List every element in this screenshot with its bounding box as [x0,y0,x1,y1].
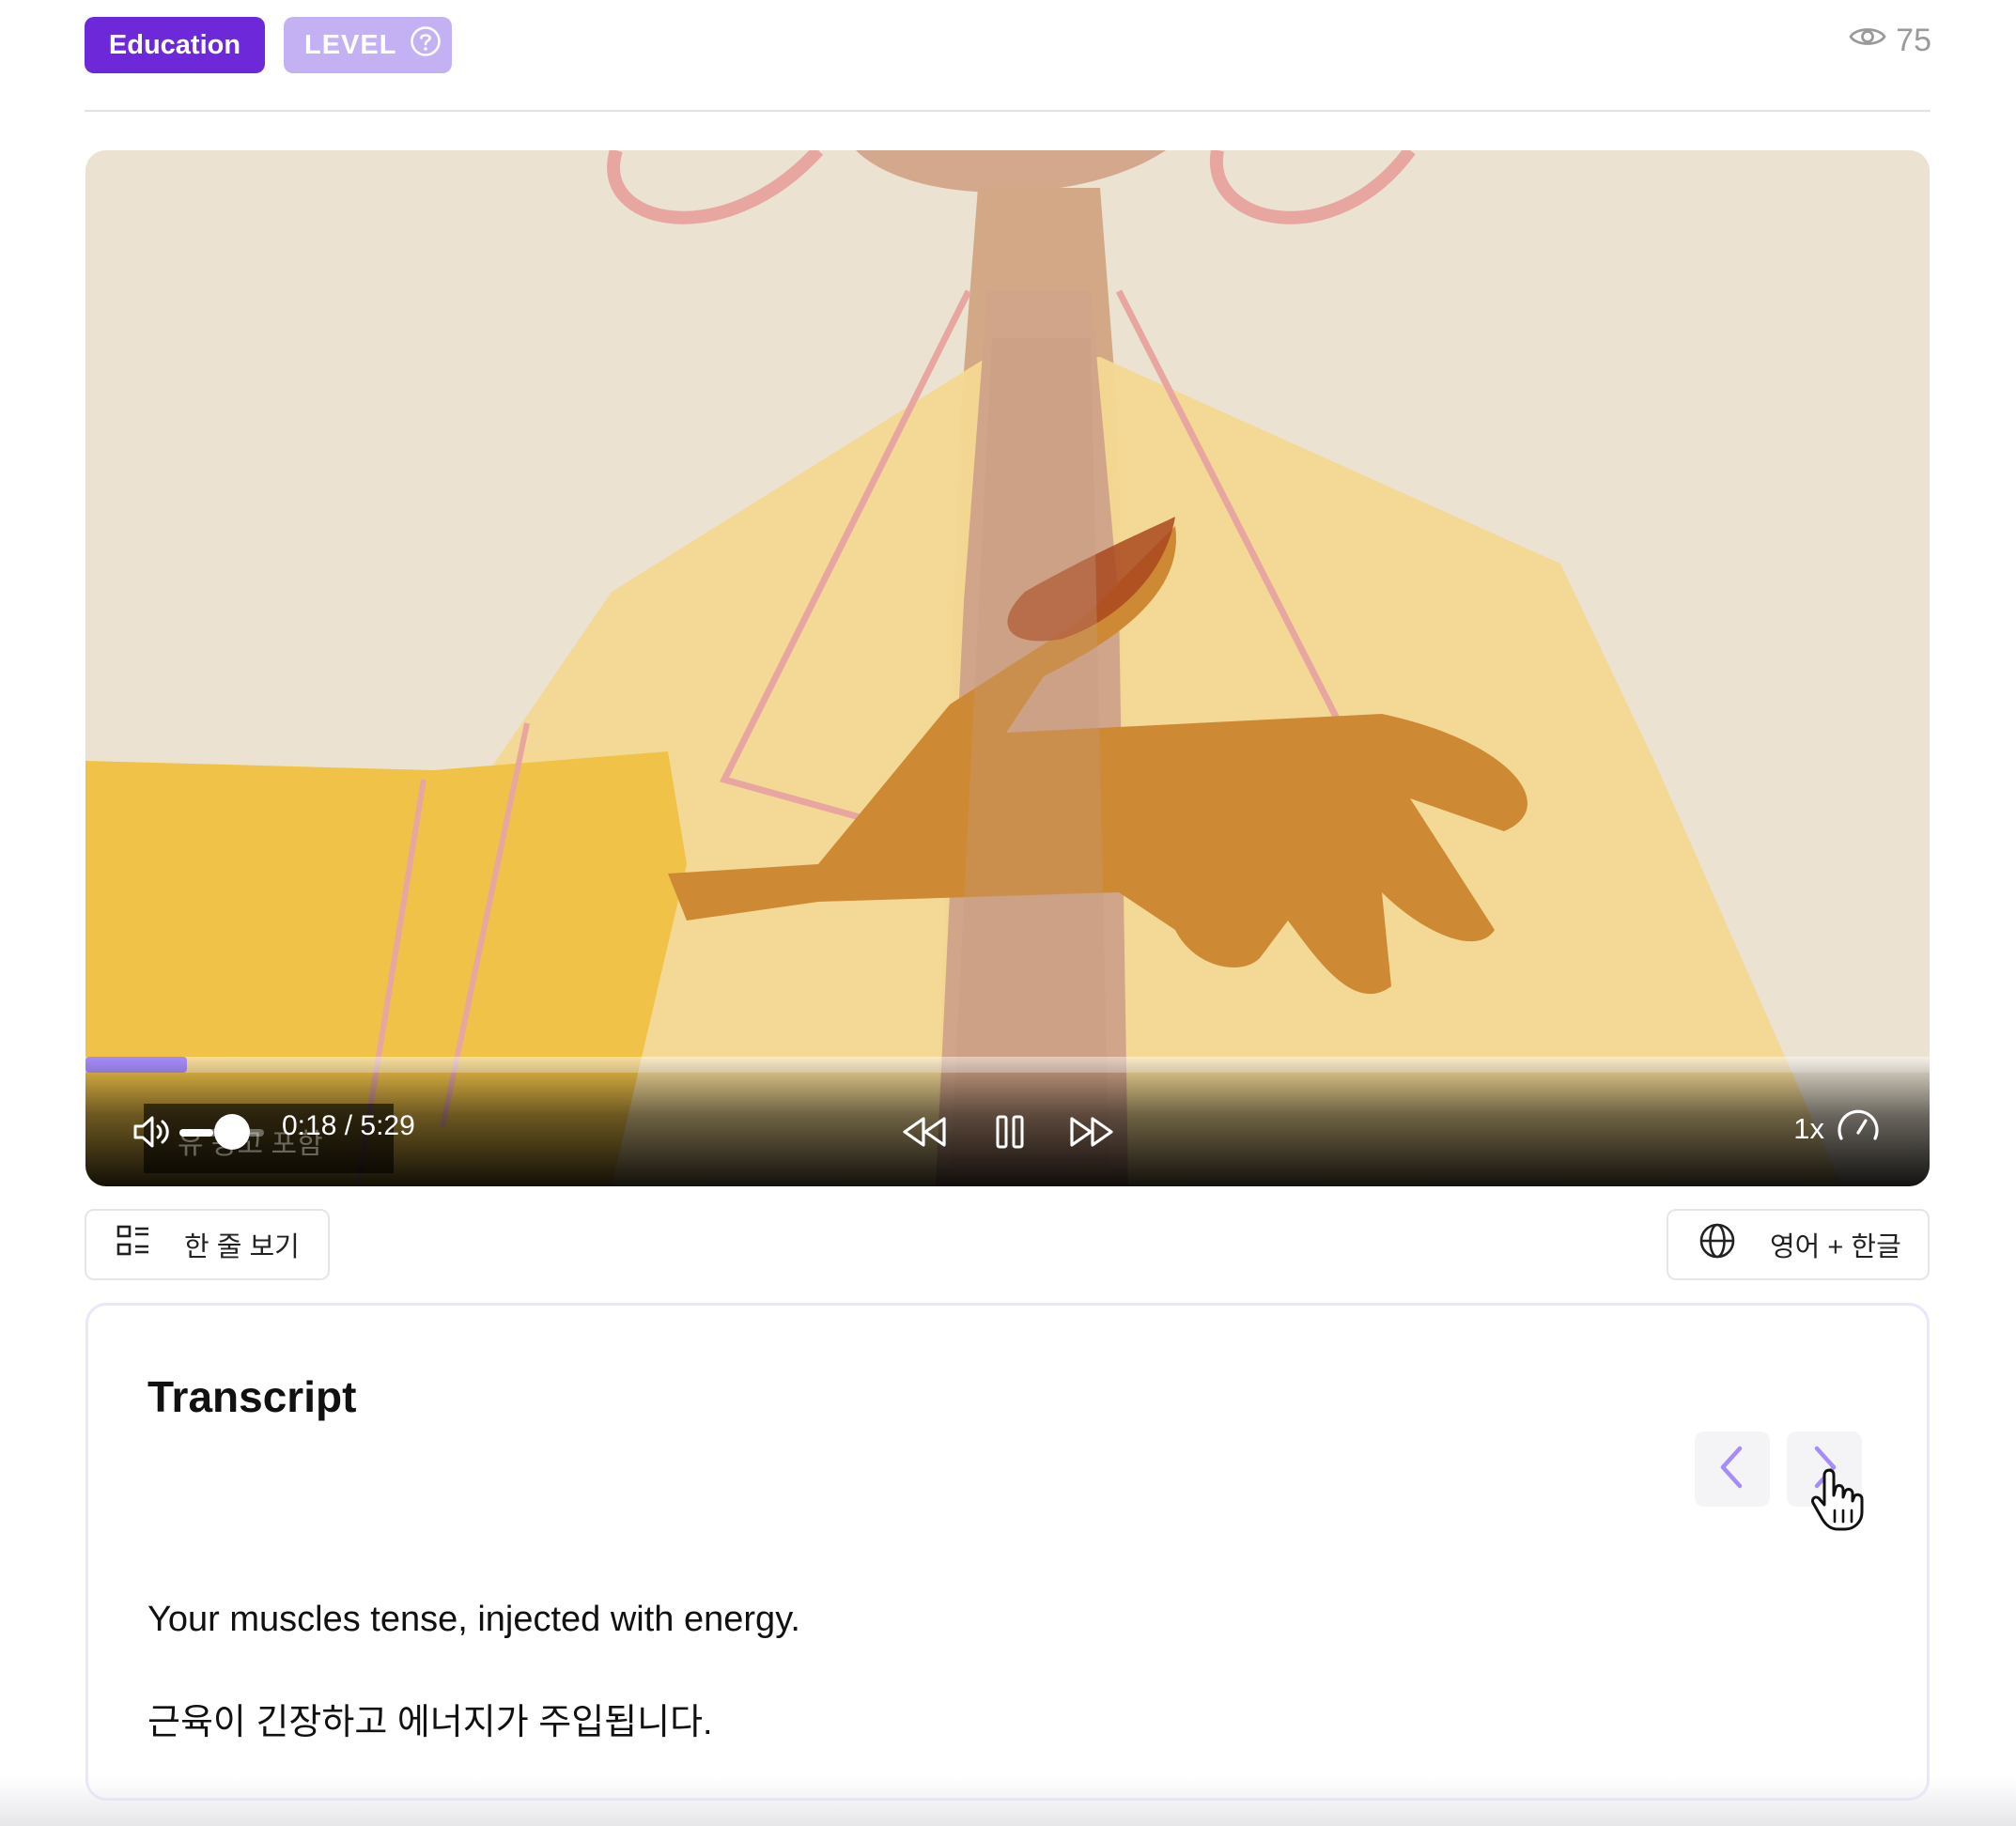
header-divider [85,110,1931,112]
transcript-korean: 근육이 긴장하고 에너지가 주입됩니다. [147,1703,713,1742]
view-count-value: 75 [1896,23,1931,58]
view-mode-button[interactable]: 한 줄 보기 [85,1209,330,1280]
language-button[interactable]: 영어 + 한글 [1667,1209,1930,1280]
category-label: Education [108,29,241,60]
level-badge[interactable]: LEVEL [284,17,452,73]
transcript-card: Transcript Your muscles tense, injected … [85,1303,1930,1801]
speedometer-icon [1836,1108,1881,1150]
level-label: LEVEL [304,29,397,60]
time-display: 0:18 / 5:29 [282,1110,415,1141]
chevron-left-icon [1714,1443,1751,1496]
volume-fill [179,1129,213,1137]
hand-pointer-icon [1809,1467,1869,1538]
volume-icon[interactable] [131,1110,172,1153]
question-circle-icon[interactable] [410,25,442,65]
fast-forward-icon[interactable] [1064,1110,1117,1153]
list-layout-icon [116,1224,150,1265]
category-badge[interactable]: Education [85,17,265,73]
globe-icon [1698,1222,1736,1267]
speed-label: 1x [1793,1112,1824,1145]
volume-knob[interactable] [214,1114,250,1150]
transcript-english: Your muscles tense, injected with energy… [147,1600,800,1639]
video-frame [85,150,1930,1186]
rewind-icon[interactable] [899,1110,952,1153]
eye-icon [1849,23,1886,59]
view-mode-label: 한 줄 보기 [184,1232,300,1262]
bottom-fade [0,1777,2016,1826]
pause-icon[interactable] [989,1110,1031,1153]
video-player[interactable]: 유 광고 포함 0:18 / 5:29 1x [85,150,1930,1186]
transcript-title: Transcript [147,1372,357,1421]
view-count: 75 [1849,23,1931,59]
prev-line-button[interactable] [1695,1431,1770,1507]
language-label: 영어 + 한글 [1770,1232,1901,1262]
playback-speed[interactable]: 1x [1793,1108,1881,1150]
